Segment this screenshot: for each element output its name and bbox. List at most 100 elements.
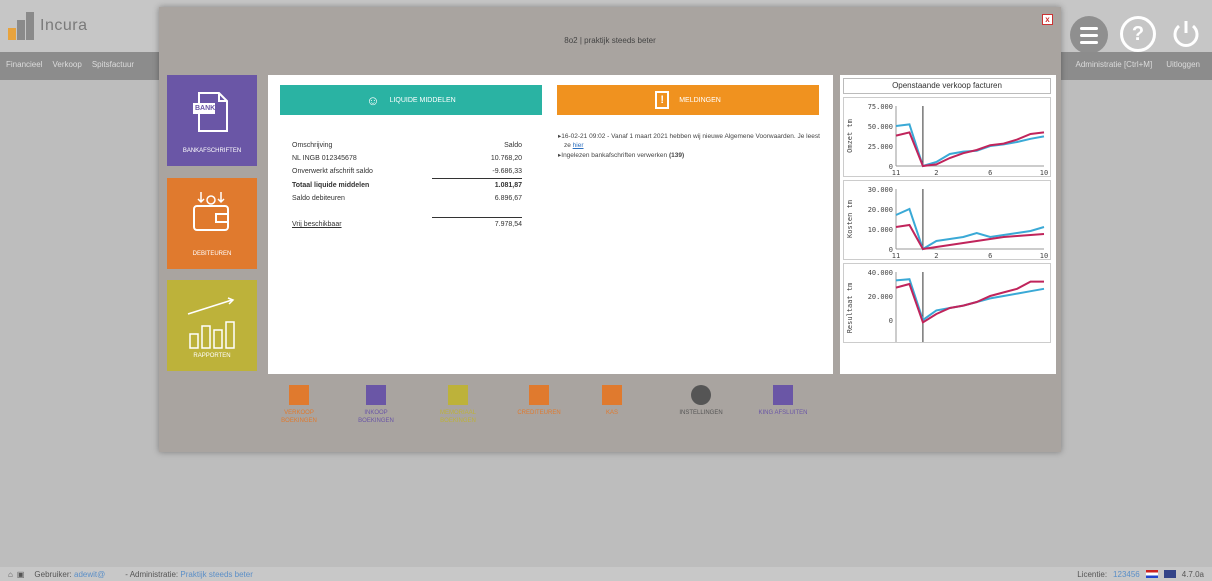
status-bar: ⌂ ▣ Gebruiker: adewit@ - Administratie: …	[0, 567, 1212, 581]
footer-label: MEMORIAAL BOEKINGEN	[439, 410, 476, 424]
user-name[interactable]: adewit@	[74, 570, 105, 579]
footer-label: VERKOOP BOEKINGEN	[281, 410, 317, 424]
footer-label: INSTELLINGEN	[679, 410, 723, 416]
home-icon[interactable]: ⌂	[8, 570, 13, 579]
bank-icon-text: BANK	[195, 105, 216, 112]
table-row: NL INGB 012345678 10.768,20	[292, 152, 522, 165]
y-axis-label: Resultaat tm	[846, 283, 854, 334]
power-icon[interactable]	[1168, 16, 1204, 52]
logo: Incura	[8, 12, 87, 40]
cash-box-icon	[602, 385, 622, 405]
table-row[interactable]: Vrij beschikbaar 7.978,54	[292, 218, 522, 231]
cash-register-icon	[289, 385, 309, 405]
melding-text: 16-02-21 09:02 - Vanaf 1 maart 2021 hebb…	[561, 133, 820, 149]
meldingen-button[interactable]: ! MELDINGEN	[557, 85, 819, 115]
wallet-icon	[193, 192, 229, 231]
instellingen-button[interactable]: INSTELLINGEN	[671, 385, 731, 417]
version: 4.7.0a	[1181, 569, 1204, 579]
row-value: 7.978,54	[494, 221, 522, 228]
document-icon	[448, 385, 468, 405]
memoriaal-boekingen-button[interactable]: MEMORIAAL BOEKINGEN	[428, 385, 488, 425]
x-tick-label: 2	[934, 169, 938, 177]
vrij-beschikbaar-link[interactable]: Vrij beschikbaar	[292, 221, 342, 228]
liquide-middelen-button[interactable]: ☺ LIQUIDE MIDDELEN	[280, 85, 542, 115]
row-value: 1.081,87	[494, 182, 522, 189]
nav-financieel[interactable]: Financieel	[6, 60, 42, 69]
melding-item[interactable]: ▸Ingelezen bankafschriften verwerken (13…	[558, 151, 823, 160]
melding-text: Ingelezen bankafschriften verwerken	[561, 152, 669, 159]
logo-icon	[8, 12, 34, 40]
logo-text: Incura	[40, 17, 88, 34]
row-value: 10.768,20	[490, 155, 522, 162]
y-tick-label: 20.000	[868, 206, 893, 214]
row-label: Saldo debiteuren	[292, 195, 345, 202]
main-panel: ☺ LIQUIDE MIDDELEN ! MELDINGEN Omschrijv…	[268, 75, 833, 374]
series-line-1	[895, 280, 1044, 324]
inkoop-boekingen-button[interactable]: INKOOP BOEKINGEN	[346, 385, 406, 425]
header-saldo: Saldo	[504, 142, 522, 149]
dashboard-modal: 8o2 | praktijk steeds beter x BANK BANKA…	[159, 7, 1061, 452]
chart-panel: Openstaande verkoop facturen 75.000 50.00…	[840, 75, 1056, 374]
liquide-middelen-label: LIQUIDE MIDDELEN	[389, 96, 456, 104]
series-line-0	[895, 123, 1045, 168]
footer-label: KING AFSLUITEN	[758, 410, 808, 416]
tile-label: BANKAFSCHRIFTEN	[182, 148, 242, 154]
omzet-chart: 75.00050.00025.000011 2 6 10Omzet tm	[843, 97, 1051, 177]
resultaat-chart: 40.00020.0000-20.000112610Resultaat tm11…	[843, 263, 1051, 343]
row-label: Totaal liquide middelen	[292, 182, 370, 189]
user-label: Gebruiker:	[34, 569, 72, 579]
king-afsluiten-button[interactable]: KING AFSLUITEN	[753, 385, 813, 417]
table-header: Omschrijving Saldo	[292, 139, 522, 152]
meldingen-label: MELDINGEN	[679, 96, 721, 104]
x-tick-label: 6	[988, 169, 992, 177]
table-row: Totaal liquide middelen 1.081,87	[292, 179, 522, 192]
tile-rapporten[interactable]: RAPPORTEN	[167, 280, 257, 371]
nav-verkoop[interactable]: Verkoop	[52, 60, 81, 69]
admin-label: - Administratie:	[125, 569, 179, 579]
menu-icon[interactable]	[1070, 16, 1108, 54]
flag-uk-icon[interactable]	[1163, 570, 1176, 578]
close-button[interactable]: x	[1042, 14, 1053, 25]
x-tick-label: 2	[934, 252, 938, 260]
flag-nl-icon[interactable]	[1145, 570, 1158, 578]
chart-panel-title[interactable]: Openstaande verkoop facturen	[843, 78, 1051, 94]
x-tick-label: 11	[892, 252, 900, 260]
kas-button[interactable]: KAS	[582, 385, 642, 417]
verkoop-boekingen-button[interactable]: VERKOOP BOEKINGEN	[269, 385, 329, 425]
melding-link[interactable]: hier	[573, 142, 584, 149]
clipboard-alert-icon: !	[655, 91, 670, 109]
y-tick-label: 30.000	[868, 186, 893, 194]
y-axis-label: Kosten tm	[846, 200, 854, 238]
cash-register-icon	[366, 385, 386, 405]
bar-chart-icon	[187, 297, 235, 349]
y-tick-label: 0	[889, 317, 893, 325]
x-tick-label: 10	[1040, 252, 1048, 260]
table-row: Onverwerkt afschrift saldo -9.686,33	[292, 165, 522, 178]
admin-name[interactable]: Praktijk steeds beter	[180, 570, 252, 579]
nav-uitloggen[interactable]: Uitloggen	[1166, 60, 1200, 69]
tile-debiteuren[interactable]: DEBITEUREN	[167, 178, 257, 269]
gears-icon	[691, 385, 711, 405]
tile-bankafschriften[interactable]: BANK BANKAFSCHRIFTEN	[167, 75, 257, 166]
help-icon[interactable]: ?	[1120, 16, 1156, 52]
row-value: 6.896,67	[494, 195, 522, 202]
nav-administratie[interactable]: Administratie [Ctrl+M]	[1076, 60, 1153, 69]
tile-label: RAPPORTEN	[193, 353, 231, 359]
row-value: -9.686,33	[492, 168, 522, 175]
tile-label: DEBITEUREN	[192, 251, 232, 257]
row-label: Onverwerkt afschrift saldo	[292, 168, 373, 175]
crediteuren-button[interactable]: CREDITEUREN	[509, 385, 569, 417]
license-number[interactable]: 123456	[1113, 570, 1140, 579]
meldingen-list: ▸16-02-21 09:02 - Vanaf 1 maart 2021 heb…	[558, 132, 823, 160]
footer-label: KAS	[605, 410, 618, 416]
footer-label: CREDITEUREN	[517, 410, 561, 416]
y-tick-label: 20.000	[868, 293, 893, 301]
x-tick-label: 11	[892, 169, 900, 177]
money-hand-icon: ☺	[366, 92, 380, 108]
y-tick-label: 40.000	[868, 269, 893, 277]
nav-spitsfactuur[interactable]: Spitsfactuur	[92, 60, 134, 69]
window-icon[interactable]: ▣	[17, 570, 25, 579]
melding-count: (139)	[668, 152, 685, 159]
header-omschrijving: Omschrijving	[292, 142, 333, 149]
x-tick-label: 6	[988, 252, 992, 260]
